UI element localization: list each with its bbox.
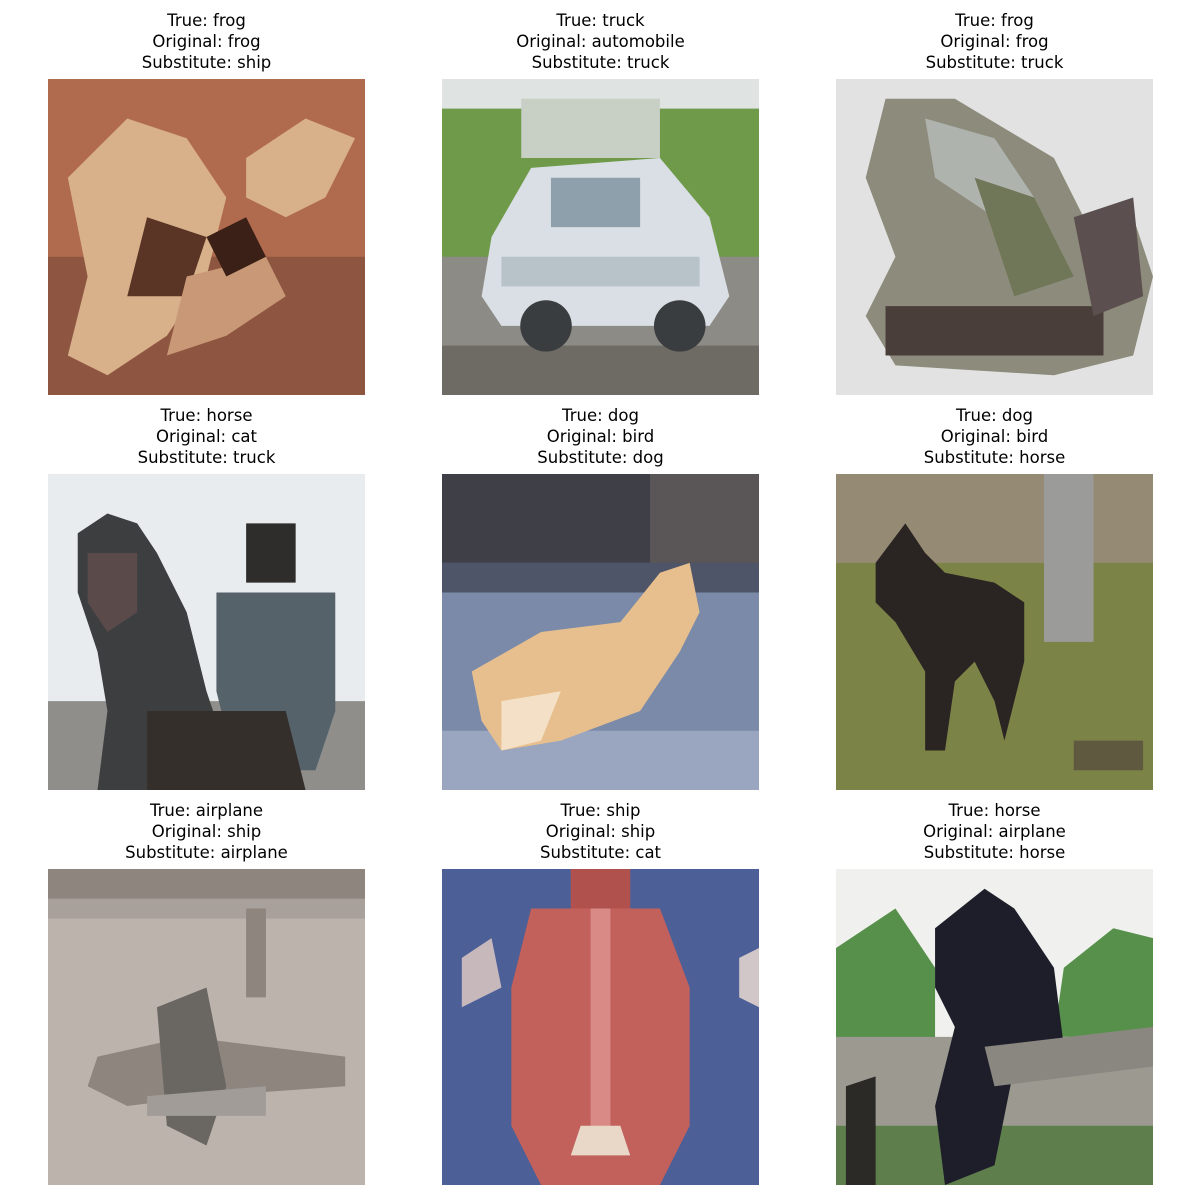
image-ship: [442, 869, 759, 1185]
true-label: True: frog: [955, 11, 1034, 30]
substitute-label: Substitute: horse: [923, 448, 1066, 467]
original-label: Original: bird: [940, 427, 1049, 446]
panel-caption: True: frog Original: frog Substitute: sh…: [48, 10, 365, 73]
original-label: Original: automobile: [516, 32, 685, 51]
image-frog: [836, 79, 1153, 395]
panel-6: True: dog Original: bird Substitute: hor…: [836, 405, 1153, 790]
original-label: Original: ship: [545, 822, 656, 841]
panel-caption: True: truck Original: automobile Substit…: [442, 10, 759, 73]
panel-caption: True: airplane Original: ship Substitute…: [48, 800, 365, 863]
panel-5: True: dog Original: bird Substitute: dog: [442, 405, 759, 790]
panel-caption: True: dog Original: bird Substitute: dog: [442, 405, 759, 468]
true-label: True: dog: [956, 406, 1033, 425]
substitute-label: Substitute: dog: [537, 448, 664, 467]
panel-caption: True: ship Original: ship Substitute: ca…: [442, 800, 759, 863]
true-label: True: truck: [556, 11, 645, 30]
panel-4: True: horse Original: cat Substitute: tr…: [48, 405, 365, 790]
image-truck: [442, 79, 759, 395]
substitute-label: Substitute: truck: [531, 53, 670, 72]
image-dog-lying: [442, 474, 759, 790]
panel-7: True: airplane Original: ship Substitute…: [48, 800, 365, 1185]
panel-caption: True: horse Original: airplane Substitut…: [836, 800, 1153, 863]
panel-9: True: horse Original: airplane Substitut…: [836, 800, 1153, 1185]
original-label: Original: airplane: [923, 822, 1066, 841]
panel-2: True: truck Original: automobile Substit…: [442, 10, 759, 395]
panel-1: True: frog Original: frog Substitute: sh…: [48, 10, 365, 395]
original-label: Original: frog: [152, 32, 261, 51]
original-label: Original: frog: [940, 32, 1049, 51]
original-label: Original: ship: [151, 822, 262, 841]
image-frog: [48, 79, 365, 395]
panel-caption: True: horse Original: cat Substitute: tr…: [48, 405, 365, 468]
substitute-label: Substitute: airplane: [125, 843, 288, 862]
true-label: True: ship: [560, 801, 641, 820]
original-label: Original: bird: [546, 427, 655, 446]
image-horse-with-rider: [48, 474, 365, 790]
substitute-label: Substitute: truck: [137, 448, 276, 467]
image-dog-on-grass: [836, 474, 1153, 790]
panel-3: True: frog Original: frog Substitute: tr…: [836, 10, 1153, 395]
panel-8: True: ship Original: ship Substitute: ca…: [442, 800, 759, 1185]
panel-caption: True: frog Original: frog Substitute: tr…: [836, 10, 1153, 73]
image-airplane: [48, 869, 365, 1185]
true-label: True: dog: [562, 406, 639, 425]
true-label: True: airplane: [149, 801, 264, 820]
substitute-label: Substitute: horse: [923, 843, 1066, 862]
original-label: Original: cat: [155, 427, 258, 446]
image-horse: [836, 869, 1153, 1185]
panel-caption: True: dog Original: bird Substitute: hor…: [836, 405, 1153, 468]
true-label: True: horse: [948, 801, 1041, 820]
substitute-label: Substitute: cat: [539, 843, 662, 862]
substitute-label: Substitute: ship: [141, 53, 272, 72]
true-label: True: frog: [167, 11, 246, 30]
true-label: True: horse: [160, 406, 253, 425]
substitute-label: Substitute: truck: [925, 53, 1064, 72]
